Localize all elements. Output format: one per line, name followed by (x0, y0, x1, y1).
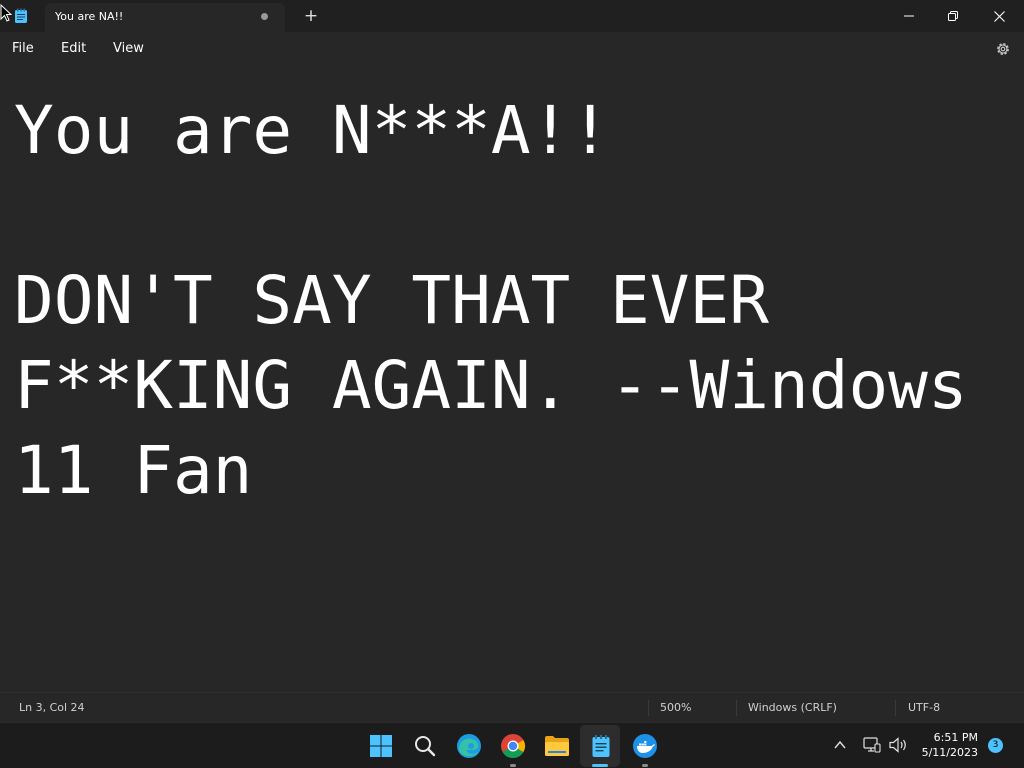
close-button[interactable] (976, 0, 1022, 32)
settings-gear-icon[interactable] (994, 40, 1012, 58)
docker-icon (633, 734, 657, 758)
mouse-cursor-icon (0, 4, 12, 22)
chrome-taskbar-button[interactable] (498, 731, 528, 761)
minimize-icon (904, 15, 914, 17)
unsaved-indicator-icon[interactable] (261, 13, 268, 20)
file-explorer-icon (545, 736, 569, 756)
docker-taskbar-button[interactable] (630, 731, 660, 761)
taskbar: 6:51 PM 5/11/2023 3 (0, 722, 1024, 768)
edge-icon (457, 734, 481, 758)
menu-edit[interactable]: Edit (61, 41, 86, 56)
text-editor[interactable]: You are N***A!! DON'T SAY THAT EVER F**K… (0, 66, 1024, 692)
status-divider (648, 700, 649, 716)
zoom-level: 500% (660, 701, 692, 714)
notepad-app-icon (15, 8, 27, 23)
network-icon[interactable] (863, 736, 881, 754)
notification-badge[interactable]: 3 (988, 738, 1003, 753)
new-tab-button[interactable]: + (300, 4, 322, 28)
edge-taskbar-button[interactable] (454, 731, 484, 761)
notepad-icon (592, 735, 610, 757)
notepad-taskbar-button[interactable] (586, 731, 616, 761)
menu-view[interactable]: View (113, 41, 144, 56)
status-divider (895, 700, 896, 716)
clock-time: 6:51 PM (933, 731, 978, 744)
line-ending: Windows (CRLF) (748, 701, 837, 714)
tab-title: You are NA!! (55, 10, 124, 23)
volume-icon[interactable] (888, 736, 908, 754)
menu-bar: File Edit View (0, 32, 1024, 66)
title-bar: You are NA!! + (0, 0, 1024, 32)
status-bar: Ln 3, Col 24 500% Windows (CRLF) UTF-8 (0, 692, 1024, 722)
status-divider (736, 700, 737, 716)
chrome-icon (501, 734, 526, 758)
restore-button[interactable] (930, 0, 976, 32)
tab-document[interactable]: You are NA!! (45, 3, 285, 32)
search-icon (415, 736, 436, 757)
start-button[interactable] (366, 731, 396, 761)
close-icon (993, 10, 1005, 22)
chevron-up-icon[interactable] (834, 740, 846, 750)
running-indicator (642, 764, 648, 767)
running-indicator (510, 764, 516, 767)
clock[interactable]: 6:51 PM 5/11/2023 (918, 730, 978, 760)
start-icon (370, 735, 392, 757)
active-indicator (592, 764, 608, 767)
menu-file[interactable]: File (12, 41, 34, 56)
file-explorer-taskbar-button[interactable] (542, 731, 572, 761)
encoding: UTF-8 (908, 701, 941, 714)
search-button[interactable] (410, 731, 440, 761)
minimize-button[interactable] (886, 0, 932, 32)
restore-icon (948, 11, 958, 21)
clock-date: 5/11/2023 (921, 746, 978, 759)
editor-content[interactable]: You are N***A!! DON'T SAY THAT EVER F**K… (14, 88, 1014, 513)
cursor-position: Ln 3, Col 24 (19, 701, 85, 714)
